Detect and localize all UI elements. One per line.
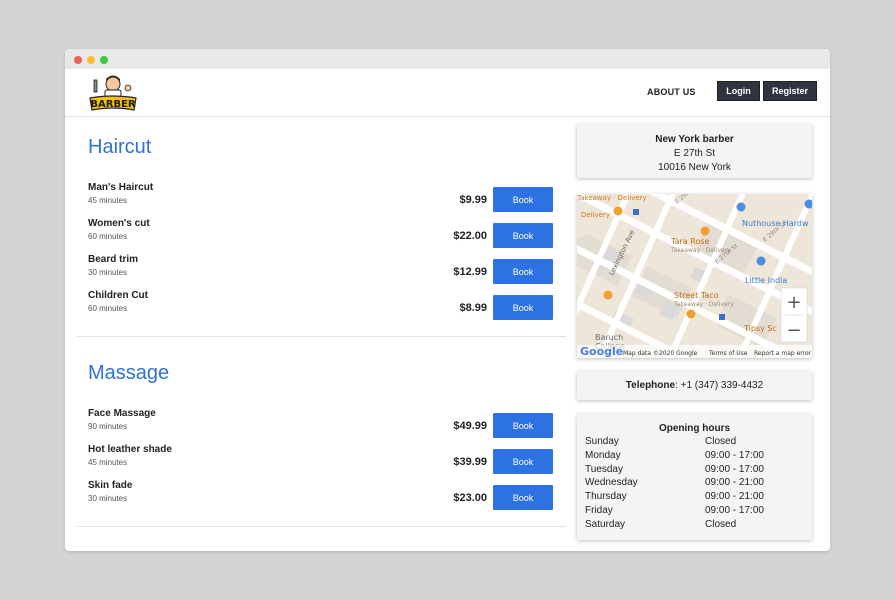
map-label: Delivery <box>581 211 610 219</box>
book-button[interactable]: Book <box>493 223 553 248</box>
service-price: $23.00 <box>453 492 487 504</box>
service-duration: 45 minutes <box>88 458 128 467</box>
section-divider <box>77 526 566 527</box>
window-titlebar <box>65 49 830 69</box>
hours-day: Saturday <box>585 518 626 530</box>
section-divider <box>77 336 566 337</box>
hours-time: 09:00 - 17:00 <box>705 504 764 516</box>
hours-row: Sunday Closed <box>577 435 812 449</box>
service-name: Women's cut <box>88 218 150 229</box>
address-city: 10016 New York <box>658 162 731 173</box>
section-title-haircut: Haircut <box>88 136 152 158</box>
service-price: $8.99 <box>459 302 487 314</box>
map-report-link: Report a map error <box>754 350 812 357</box>
service-name: Skin fade <box>88 480 133 491</box>
service-name: Children Cut <box>88 290 148 301</box>
telephone-card: Telephone: +1 (347) 339-4432 <box>577 371 812 400</box>
service-duration: 60 minutes <box>88 232 128 241</box>
hours-time: Closed <box>705 436 737 447</box>
service-price: $22.00 <box>453 230 487 242</box>
hours-row: Friday 09:00 - 17:00 <box>577 504 812 518</box>
business-name: New York barber <box>655 134 734 145</box>
service-duration: 90 minutes <box>88 422 128 431</box>
site-header: BARBER ABOUT US Login Register <box>65 69 830 117</box>
hours-row: Thursday 09:00 - 21:00 <box>577 490 812 504</box>
browser-window: BARBER ABOUT US Login Register Haircut M… <box>65 49 830 551</box>
hours-time: 09:00 - 21:00 <box>705 491 764 503</box>
close-window-icon[interactable] <box>74 56 82 64</box>
hours-time: Closed <box>705 518 737 530</box>
book-button[interactable]: Book <box>493 485 553 510</box>
hours-day: Wednesday <box>585 477 638 489</box>
service-duration: 45 minutes <box>88 196 128 205</box>
map-label: Takeaway · Delivery <box>673 301 734 308</box>
map-attribution: Map data ©2020 Google <box>623 350 698 357</box>
service-name: Beard trim <box>88 254 139 265</box>
map-label: Tara Rose <box>670 237 709 246</box>
hours-day: Sunday <box>585 436 619 447</box>
location-map[interactable]: Takeaway · Delivery Delivery Tara Rose T… <box>577 194 812 358</box>
section-title-massage: Massage <box>88 362 170 384</box>
logo-text: BARBER <box>90 99 136 110</box>
hours-row: Monday 09:00 - 17:00 <box>577 449 812 463</box>
book-button[interactable]: Book <box>493 259 553 284</box>
hours-row: Saturday Closed <box>577 518 812 532</box>
map-label: Baruch <box>595 333 623 342</box>
telephone-number[interactable]: : +1 (347) 339-4432 <box>675 380 763 391</box>
service-price: $12.99 <box>453 266 487 278</box>
map-label: Street Taco <box>674 291 719 300</box>
service-price: $39.99 <box>453 456 487 468</box>
map-label: Takeaway · Delivery <box>577 194 647 202</box>
register-button[interactable]: Register <box>763 81 817 101</box>
hours-row: Wednesday 09:00 - 21:00 <box>577 476 812 490</box>
service-name: Hot leather shade <box>88 444 172 455</box>
address-street: E 27th St <box>673 148 716 159</box>
telephone-label: Telephone <box>625 380 676 391</box>
login-button[interactable]: Login <box>717 81 760 101</box>
hours-day: Friday <box>585 504 613 516</box>
maximize-window-icon[interactable] <box>100 56 108 64</box>
service-name: Face Massage <box>88 408 156 419</box>
map-label: Tipsy Sc <box>743 324 777 333</box>
zoom-in-button: + <box>786 292 801 313</box>
hours-day: Monday <box>585 449 621 461</box>
book-button[interactable]: Book <box>493 449 553 474</box>
service-duration: 30 minutes <box>88 494 128 503</box>
service-price: $49.99 <box>453 420 487 432</box>
service-duration: 60 minutes <box>88 304 128 313</box>
service-duration: 30 minutes <box>88 268 128 277</box>
barber-logo[interactable]: BARBER <box>85 72 141 114</box>
hours-row: Tuesday 09:00 - 17:00 <box>577 463 812 477</box>
opening-hours-card: Opening hours Sunday Closed Monday 09:00 -… <box>577 414 812 540</box>
book-button[interactable]: Book <box>493 413 553 438</box>
map-terms-link: Terms of Use <box>708 350 748 357</box>
opening-hours-title: Opening hours <box>658 423 731 434</box>
service-price: $9.99 <box>459 194 487 206</box>
hours-time: 09:00 - 17:00 <box>705 463 764 475</box>
hours-day: Tuesday <box>585 463 623 475</box>
hours-day: Thursday <box>585 491 627 503</box>
book-button[interactable]: Book <box>493 187 553 212</box>
book-button[interactable]: Book <box>493 295 553 320</box>
address-card: New York barber E 27th St 10016 New York <box>577 124 812 178</box>
nav-about-us[interactable]: ABOUT US <box>647 87 696 97</box>
minimize-window-icon[interactable] <box>87 56 95 64</box>
service-name: Man's Haircut <box>88 182 154 193</box>
google-logo: Google <box>580 345 623 358</box>
hours-time: 09:00 - 17:00 <box>705 449 764 461</box>
map-label: Little India <box>745 276 787 285</box>
zoom-out-button: − <box>786 320 801 341</box>
hours-time: 09:00 - 21:00 <box>705 477 764 489</box>
